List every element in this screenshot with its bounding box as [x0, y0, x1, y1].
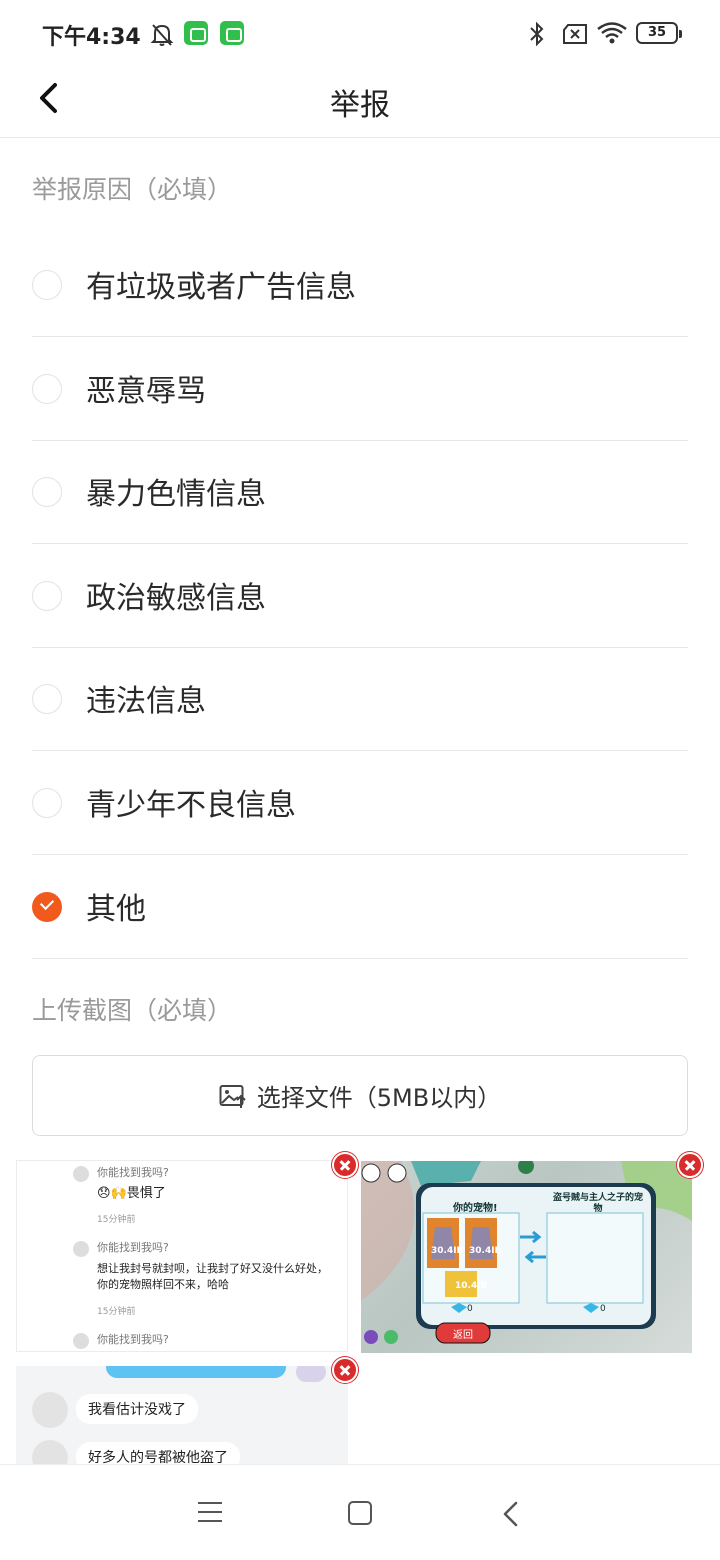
title-bar: 举报 — [0, 66, 720, 138]
bluetooth-icon — [530, 21, 544, 47]
reason-option-label: 政治敏感信息 — [86, 581, 266, 616]
delete-screenshot-button[interactable] — [677, 1152, 703, 1178]
gem-count: 0 — [467, 1304, 473, 1314]
avatar — [73, 1166, 89, 1182]
back-triangle-icon[interactable] — [500, 1501, 522, 1527]
reason-option[interactable]: 其他 — [32, 855, 688, 959]
status-bar: 下午4:34 35 — [0, 0, 720, 66]
pet-value: 30.4IB — [469, 1246, 502, 1256]
bell-muted-icon — [150, 24, 174, 46]
reason-option-label: 有垃圾或者广告信息 — [86, 270, 356, 305]
choose-file-label: 选择文件（5MB以内） — [256, 1084, 502, 1112]
reason-section-label: 举报原因（必填） — [32, 175, 233, 204]
chat-sender-name: 你能找到我吗? — [97, 1166, 169, 1179]
delete-screenshot-button[interactable] — [332, 1357, 358, 1383]
chat-message: 好多人的号都被他盗了 — [76, 1442, 240, 1466]
reason-option[interactable]: 有垃圾或者广告信息 — [32, 233, 688, 337]
status-time: 下午4:34 — [42, 25, 141, 50]
upload-section-label: 上传截图（必填） — [32, 996, 233, 1025]
chat-message: 想让我封号就封呗，让我封了好又没什么好处，你的宠物照样回不来，哈哈 — [97, 1262, 328, 1291]
reason-option[interactable]: 违法信息 — [32, 647, 688, 751]
screenshot-thumbnail[interactable]: 我看估计没戏了 好多人的号都被他盗了 — [16, 1366, 348, 1466]
reason-option-label: 暴力色情信息 — [86, 477, 266, 512]
game-screenshot-image — [361, 1161, 692, 1344]
game-left-title: 你的宠物! — [453, 1203, 498, 1214]
chat-sender-name: 你能找到我吗? — [97, 1241, 169, 1254]
radio-button[interactable] — [32, 374, 62, 404]
reason-option[interactable]: 恶意辱骂 — [32, 337, 688, 441]
page-title: 举报 — [330, 88, 390, 123]
wifi-icon — [597, 22, 627, 44]
chat-message: 😞🙌畏惧了 — [97, 1186, 166, 1201]
chat-bubble-outgoing — [106, 1366, 286, 1378]
chat-message: 我看估计没戏了 — [76, 1394, 198, 1424]
image-upload-icon — [219, 1084, 246, 1108]
radio-button[interactable] — [32, 477, 62, 507]
avatar — [73, 1333, 89, 1349]
screenshot-thumbnail[interactable]: 你能找到我吗? 😞🙌畏惧了 15分钟前 你能找到我吗? 想让我封号就封呗，让我封… — [16, 1160, 348, 1352]
chat-time: 15分钟前 — [97, 1215, 136, 1225]
system-nav-bar — [0, 1464, 720, 1560]
radio-button-checked[interactable] — [32, 892, 62, 922]
reason-option-label: 恶意辱骂 — [86, 374, 206, 409]
reason-option[interactable]: 政治敏感信息 — [32, 544, 688, 648]
home-square-icon[interactable] — [348, 1501, 372, 1525]
game-return-button: 返回 — [453, 1330, 473, 1341]
avatar — [296, 1366, 326, 1382]
reason-option[interactable]: 暴力色情信息 — [32, 440, 688, 544]
reason-option[interactable]: 青少年不良信息 — [32, 751, 688, 855]
gem-count: 0 — [600, 1304, 606, 1314]
radio-button[interactable] — [32, 270, 62, 300]
avatar — [32, 1392, 68, 1428]
reason-option-label: 青少年不良信息 — [86, 788, 296, 823]
no-sim-icon — [563, 24, 587, 44]
reason-option-label: 其他 — [86, 892, 146, 927]
radio-button[interactable] — [32, 788, 62, 818]
avatar — [73, 1241, 89, 1257]
pet-value: 30.4IB — [431, 1246, 464, 1256]
app-notification-icon — [184, 21, 208, 45]
app-notification-icon — [220, 21, 244, 45]
radio-button[interactable] — [32, 684, 62, 714]
radio-button[interactable] — [32, 581, 62, 611]
menu-icon[interactable] — [198, 1502, 222, 1522]
pet-value: 10.4IB — [455, 1281, 488, 1291]
chat-sender-name: 你能找到我吗? — [97, 1333, 169, 1346]
avatar — [32, 1440, 68, 1466]
chat-time: 15分钟前 — [97, 1307, 136, 1317]
game-right-title: 盗号贼与主人之子的宠物 — [552, 1193, 643, 1214]
choose-file-button[interactable]: 选择文件（5MB以内） — [32, 1055, 688, 1136]
delete-screenshot-button[interactable] — [332, 1152, 358, 1178]
battery-indicator: 35 — [636, 22, 682, 44]
screenshot-thumbnail[interactable]: 你的宠物! 盗号贼与主人之子的宠物 30.4IB 30.4IB 10.4IB 0… — [361, 1161, 692, 1353]
reason-option-label: 违法信息 — [86, 684, 206, 719]
